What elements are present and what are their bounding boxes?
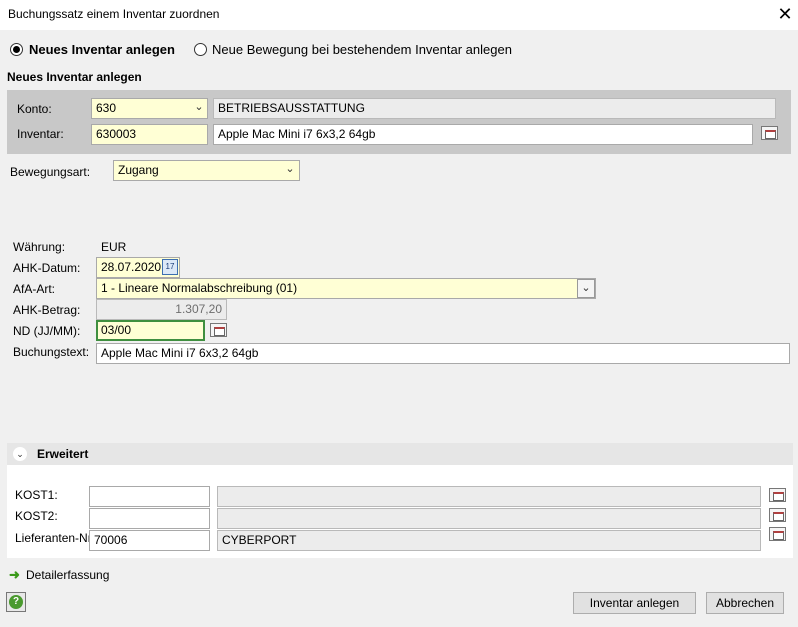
radio-new-inventory[interactable] <box>10 43 23 56</box>
inventar-input[interactable]: 630003 <box>91 124 208 145</box>
list-picker-icon[interactable] <box>769 527 786 541</box>
chevron-down-icon[interactable]: ⌄ <box>577 279 595 298</box>
arrow-right-icon[interactable]: ➜ <box>9 567 20 583</box>
chevron-down-icon[interactable]: ⌄ <box>190 99 208 118</box>
inventar-label: Inventar: <box>17 127 64 141</box>
waehrung-value: EUR <box>101 240 127 254</box>
chevron-down-icon[interactable]: ⌄ <box>281 161 299 180</box>
lieferant-input[interactable]: 70006 <box>89 530 210 551</box>
detailerfassung-link[interactable]: Detailerfassung <box>26 568 109 582</box>
bewegungsart-select[interactable]: Zugang <box>113 160 300 181</box>
create-inventory-button[interactable]: Inventar anlegen <box>573 592 696 614</box>
erweitert-expander[interactable] <box>7 443 793 465</box>
calendar-icon[interactable]: 17 <box>162 259 178 275</box>
chevron-down-icon[interactable]: ⌄ <box>13 447 27 461</box>
ahk-betrag-label: AHK-Betrag: <box>13 303 81 317</box>
erweitert-label[interactable]: Erweitert <box>37 447 88 461</box>
radio-existing-inventory[interactable] <box>194 43 207 56</box>
kost1-input[interactable] <box>89 486 210 507</box>
inventar-description-input[interactable]: Apple Mac Mini i7 6x3,2 64gb <box>213 124 753 145</box>
cancel-button[interactable]: Abbrechen <box>706 592 784 614</box>
window-title: Buchungssatz einem Inventar zuordnen <box>8 7 220 21</box>
nd-input[interactable]: 03/00 <box>96 320 205 341</box>
list-picker-icon[interactable] <box>761 126 778 140</box>
kost1-label: KOST1: <box>15 488 58 502</box>
list-picker-icon[interactable] <box>210 323 227 337</box>
lieferant-description: CYBERPORT <box>217 530 761 551</box>
nd-label: ND (JJ/MM): <box>13 324 81 338</box>
konto-label: Konto: <box>17 102 52 116</box>
buchungstext-label: Buchungstext: <box>13 345 90 359</box>
help-icon[interactable] <box>6 592 26 612</box>
kost2-input[interactable] <box>89 508 210 529</box>
waehrung-label: Währung: <box>13 240 66 254</box>
section-title: Neues Inventar anlegen <box>7 70 142 84</box>
kost2-label: KOST2: <box>15 509 58 523</box>
radio-new-inventory-label[interactable]: Neues Inventar anlegen <box>29 42 175 57</box>
buchungstext-input[interactable]: Apple Mac Mini i7 6x3,2 64gb <box>96 343 790 364</box>
radio-existing-inventory-label[interactable]: Neue Bewegung bei bestehendem Inventar a… <box>212 42 512 57</box>
list-picker-icon[interactable] <box>769 508 786 522</box>
kost2-description <box>217 508 761 529</box>
afa-art-select[interactable]: 1 - Lineare Normalabschreibung (01) <box>96 278 596 299</box>
ahk-betrag-value: 1.307,20 <box>96 299 227 320</box>
konto-description: BETRIEBSAUSSTATTUNG <box>213 98 776 119</box>
bewegungsart-label: Bewegungsart: <box>10 165 91 179</box>
list-picker-icon[interactable] <box>769 488 786 502</box>
ahk-datum-label: AHK-Datum: <box>13 261 81 275</box>
afa-art-label: AfA-Art: <box>13 282 56 296</box>
close-icon[interactable]: ✕ <box>774 3 796 25</box>
lieferant-label: Lieferanten-Nr.: <box>15 531 98 545</box>
kost1-description <box>217 486 761 507</box>
